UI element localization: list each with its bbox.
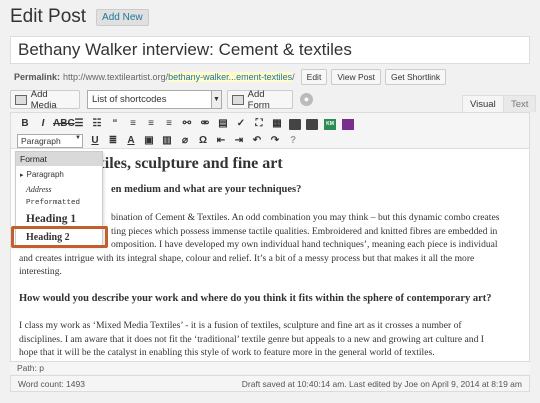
align-left-icon[interactable]: ≡ xyxy=(125,117,141,131)
link-icon[interactable]: ⚯ xyxy=(179,117,195,131)
word-count: Word count: 1493 xyxy=(18,379,85,389)
plugin-green-icon[interactable]: KM xyxy=(324,118,336,130)
toolbar-row-2: Paragraph ▼ U ≣ A ▣ ▥ ⌀ Ω ⇤ ⇥ ↶ ↷ ? xyxy=(17,133,303,149)
justify-icon[interactable]: ≣ xyxy=(105,134,121,148)
paragraph-1-line: interesting. xyxy=(19,266,62,277)
view-post-button[interactable]: View Post xyxy=(331,69,381,85)
format-option-address[interactable]: Address xyxy=(26,185,51,194)
add-media-label: Add Media xyxy=(30,88,57,111)
indent-icon[interactable]: ⇥ xyxy=(231,134,247,148)
question-1: en medium and what are your techniques? xyxy=(111,184,302,195)
toolbar-row-1: B I ABC ☰ ☷ “ ≡ ≡ ≡ ⚯ ⚮ ▤ ✓ ⛶ ▦ KM xyxy=(17,116,357,132)
blockquote-icon[interactable]: “ xyxy=(107,117,123,131)
proofread-icon[interactable]: ✓ xyxy=(233,117,249,131)
format-option-heading-1[interactable]: Heading 1 xyxy=(26,213,76,225)
post-title-input[interactable]: Bethany Walker interview: Cement & texti… xyxy=(10,36,530,64)
chevron-down-icon: ▼ xyxy=(75,135,81,141)
permalink-slug[interactable]: bethany-walker...ement-textiles xyxy=(168,72,293,82)
plugin-purple-icon[interactable] xyxy=(342,118,354,130)
shortcodes-label: List of shortcodes xyxy=(92,94,167,105)
add-media-button[interactable]: Add Media xyxy=(10,88,80,111)
format-option-preformatted[interactable]: Preformatted xyxy=(26,199,80,207)
omega-icon[interactable]: Ω xyxy=(195,134,211,148)
page-title: Edit Post xyxy=(10,6,87,27)
fullscreen-icon[interactable]: ⛶ xyxy=(251,117,267,131)
permalink-row: Permalink: http://www.textileartist.org/… xyxy=(14,69,447,85)
shortcodes-select[interactable]: List of shortcodes ▼ xyxy=(87,90,222,109)
bold-icon[interactable]: B xyxy=(17,117,33,131)
add-form-label: Add Form xyxy=(247,88,270,111)
align-right-icon[interactable]: ≡ xyxy=(161,117,177,131)
highlight-box xyxy=(11,226,108,248)
question-2: How would you describe your work and whe… xyxy=(19,293,492,304)
paste-text-icon[interactable]: ▣ xyxy=(141,134,157,148)
unlink-icon[interactable]: ⚮ xyxy=(197,117,213,131)
undo-icon[interactable]: ↶ xyxy=(249,134,265,148)
paragraph-1-line: and creates intrigue with its integral s… xyxy=(19,252,475,264)
text-color-icon[interactable]: A xyxy=(123,134,139,148)
permalink-label: Permalink: xyxy=(14,72,61,82)
paragraph-2-line: hope that it will be the catalyst in ena… xyxy=(19,347,435,358)
header: Edit Post Add New xyxy=(10,6,149,28)
format-dropdown-header: Format xyxy=(16,152,102,166)
align-center-icon[interactable]: ≡ xyxy=(143,117,159,131)
status-bar: Word count: 1493 Draft saved at 10:40:14… xyxy=(10,375,530,392)
media-icon xyxy=(15,94,27,105)
help-icon[interactable]: ● xyxy=(300,93,313,106)
edit-permalink-button[interactable]: Edit xyxy=(300,69,328,85)
paragraph-2-line: I class my work as ‘Mixed Media Textiles… xyxy=(19,320,462,331)
more-tag-icon[interactable]: ▤ xyxy=(215,117,231,131)
toolbar-toggle-icon[interactable]: ▦ xyxy=(269,117,285,131)
italic-icon[interactable]: I xyxy=(35,117,51,131)
clear-formatting-icon[interactable]: ⌀ xyxy=(177,134,193,148)
media-row: Add Media List of shortcodes ▼ Add Form … xyxy=(10,88,537,112)
paragraph-2-line: disciplines. I am aware that it does not… xyxy=(19,333,484,345)
get-shortlink-button[interactable]: Get Shortlink xyxy=(384,69,447,85)
redo-icon[interactable]: ↷ xyxy=(267,134,283,148)
editor-toolbar: B I ABC ☰ ☷ “ ≡ ≡ ≡ ⚯ ⚮ ▤ ✓ ⛶ ▦ KM Parag… xyxy=(11,113,529,149)
outdent-icon[interactable]: ⇤ xyxy=(213,134,229,148)
tab-text[interactable]: Text xyxy=(503,95,537,112)
bullet-list-icon[interactable]: ☰ xyxy=(71,117,87,131)
columns-icon[interactable] xyxy=(306,118,318,130)
save-status: Draft saved at 10:40:14 am. Last edited … xyxy=(241,379,522,389)
chevron-down-icon: ▼ xyxy=(211,91,221,108)
form-icon xyxy=(232,94,244,105)
add-form-button[interactable]: Add Form xyxy=(227,88,293,111)
strikethrough-icon[interactable]: ABC xyxy=(53,117,75,131)
content-heading: textiles, sculpture and fine art xyxy=(79,155,283,172)
paragraph-2: I class my work as ‘Mixed Media Textiles… xyxy=(19,319,524,360)
underline-icon[interactable]: U xyxy=(87,134,103,148)
numbered-list-icon[interactable]: ☷ xyxy=(89,117,105,131)
table-icon[interactable] xyxy=(289,118,301,130)
add-new-button[interactable]: Add New xyxy=(96,8,149,26)
format-option-paragraph[interactable]: Paragraph xyxy=(20,170,64,179)
tab-visual[interactable]: Visual xyxy=(462,95,504,112)
format-select-value: Paragraph xyxy=(21,136,61,146)
help-icon[interactable]: ? xyxy=(285,134,301,148)
permalink-base: http://www.textileartist.org/ xyxy=(63,72,169,82)
path-bar: Path: p xyxy=(10,361,530,374)
permalink-trailing: / xyxy=(292,72,295,82)
paste-word-icon[interactable]: ▥ xyxy=(159,134,175,148)
format-select[interactable]: Paragraph ▼ xyxy=(17,134,83,148)
